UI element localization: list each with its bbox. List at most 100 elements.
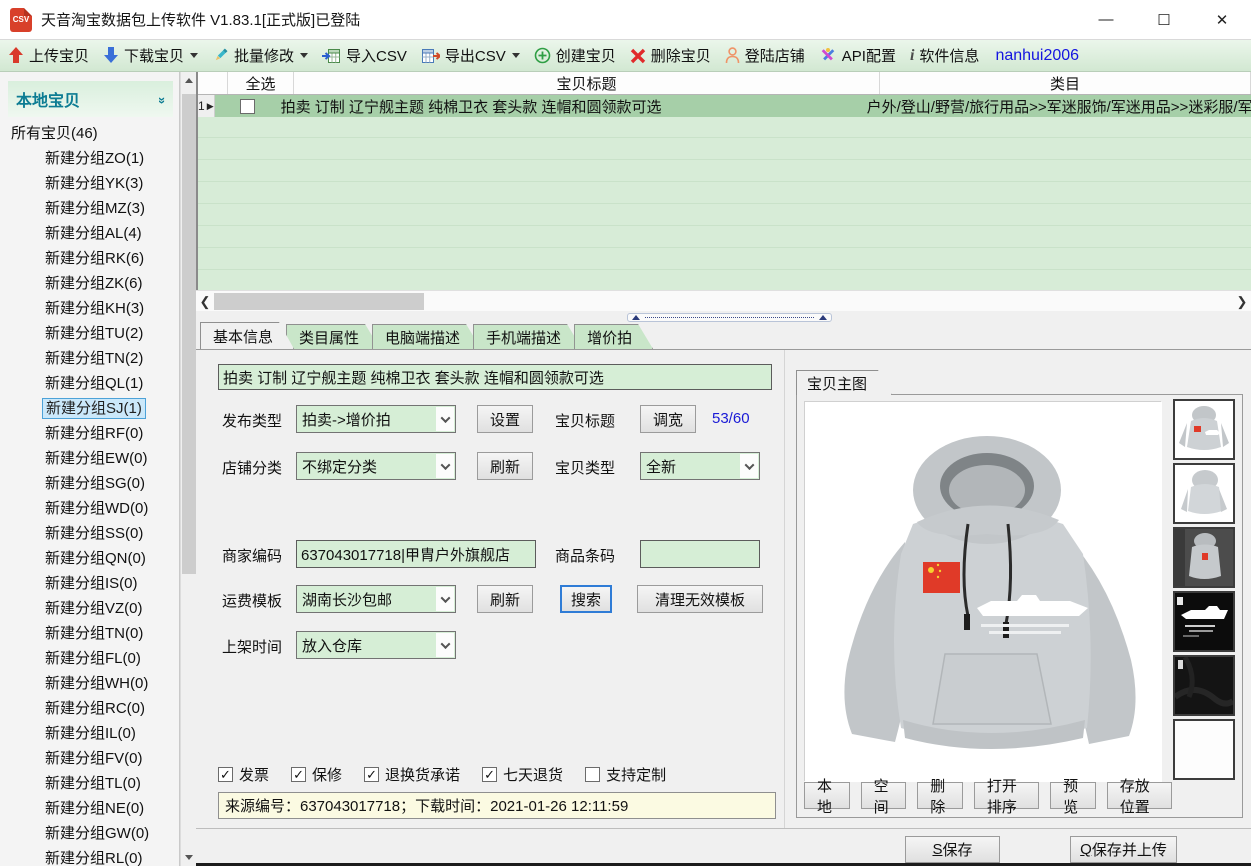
table-row[interactable]: 1▶ 拍卖 订制 辽宁舰主题 纯棉卫衣 套头款 连帽和圆领款可选 户外/登山/野…: [198, 95, 1251, 117]
chevron-down-icon[interactable]: [300, 53, 308, 58]
service-option[interactable]: 支持定制: [585, 764, 666, 785]
chevron-down-icon[interactable]: [190, 53, 198, 58]
sidebar-group-item[interactable]: 新建分组RL(0): [0, 846, 179, 866]
option-checkbox[interactable]: [218, 767, 233, 782]
scroll-up-icon[interactable]: [181, 72, 197, 89]
upload-item-button[interactable]: 上传宝贝: [8, 45, 89, 66]
search-button[interactable]: 搜索: [560, 585, 612, 613]
sidebar-group-item[interactable]: 新建分组QL(1): [0, 371, 179, 396]
download-item-button[interactable]: 下载宝贝: [103, 45, 198, 66]
scrollbar-thumb[interactable]: [182, 94, 196, 574]
sidebar-group-item[interactable]: 新建分组TU(2): [0, 321, 179, 346]
option-checkbox[interactable]: [585, 767, 600, 782]
sidebar-group-item[interactable]: 新建分组GW(0): [0, 821, 179, 846]
sidebar-group-item[interactable]: 新建分组KH(3): [0, 296, 179, 321]
create-item-button[interactable]: 创建宝贝: [534, 45, 616, 66]
service-option[interactable]: 退换货承诺: [364, 764, 460, 785]
clean-invalid-templates-button[interactable]: 清理无效模板: [637, 585, 763, 613]
sidebar-group-item[interactable]: 新建分组VZ(0): [0, 596, 179, 621]
sidebar-group-item[interactable]: 新建分组FL(0): [0, 646, 179, 671]
tab-mobile-description[interactable]: 手机端描述: [473, 324, 582, 349]
service-option[interactable]: 发票: [218, 764, 269, 785]
merchant-code-input[interactable]: [296, 540, 536, 568]
close-button[interactable]: ✕: [1193, 0, 1251, 39]
thumbnail-hoodie-back[interactable]: [1173, 463, 1235, 524]
chevron-down-icon[interactable]: [512, 53, 520, 58]
publish-type-select[interactable]: 拍卖->增价拍: [296, 405, 456, 433]
sidebar-group-item[interactable]: 新建分组ZK(6): [0, 271, 179, 296]
option-checkbox[interactable]: [291, 767, 306, 782]
batch-edit-button[interactable]: 批量修改: [212, 45, 308, 66]
option-checkbox[interactable]: [364, 767, 379, 782]
scroll-left-icon[interactable]: ❮: [196, 291, 214, 312]
sidebar-group-item[interactable]: 新建分组RC(0): [0, 696, 179, 721]
sidebar-group-item[interactable]: 新建分组WH(0): [0, 671, 179, 696]
scrollbar-thumb[interactable]: [214, 293, 424, 310]
sidebar-group-item[interactable]: 新建分组TL(0): [0, 771, 179, 796]
sidebar-group-item[interactable]: 新建分组FV(0): [0, 746, 179, 771]
login-shop-button[interactable]: 登陆店铺: [725, 45, 805, 66]
thumbnail-hoodie-dark-bg[interactable]: [1173, 527, 1235, 588]
import-csv-button[interactable]: 导入CSV: [322, 45, 407, 66]
table-horizontal-scrollbar[interactable]: ❮ ❯: [196, 290, 1251, 311]
open-sort-button[interactable]: 打开排序: [974, 782, 1039, 809]
local-image-button[interactable]: 本地: [804, 782, 850, 809]
shop-category-select[interactable]: 不绑定分类: [296, 452, 456, 480]
sidebar-group-item[interactable]: 新建分组TN(2): [0, 346, 179, 371]
settings-button[interactable]: 设置: [477, 405, 533, 433]
preview-button[interactable]: 预览: [1050, 782, 1096, 809]
sidebar-group-item[interactable]: 新建分组NE(0): [0, 796, 179, 821]
thumbnail-hoodie-front[interactable]: [1173, 399, 1235, 460]
chevron-double-up-icon[interactable]: »: [155, 96, 170, 101]
sidebar-scrollbar[interactable]: [180, 72, 196, 866]
item-type-select[interactable]: 全新: [640, 452, 760, 480]
sidebar-group-item[interactable]: 所有宝贝(46): [0, 121, 179, 146]
sidebar-group-item[interactable]: 新建分组IL(0): [0, 721, 179, 746]
sidebar-group-item[interactable]: 新建分组QN(0): [0, 546, 179, 571]
select-all-header[interactable]: 全选: [228, 72, 294, 94]
sidebar-group-item[interactable]: 新建分组AL(4): [0, 221, 179, 246]
sidebar-group-item[interactable]: 新建分组SG(0): [0, 471, 179, 496]
widen-button[interactable]: 调宽: [640, 405, 696, 433]
sidebar-group-item[interactable]: 新建分组SJ(1): [0, 396, 179, 421]
sidebar-group-item[interactable]: 新建分组IS(0): [0, 571, 179, 596]
software-info-button[interactable]: i 软件信息: [910, 45, 979, 66]
refresh-shipping-button[interactable]: 刷新: [477, 585, 533, 613]
thumbnail-blank[interactable]: [1173, 719, 1235, 780]
scroll-right-icon[interactable]: ❯: [1233, 291, 1251, 312]
item-title-input[interactable]: [218, 364, 772, 390]
sidebar-group-item[interactable]: 新建分组MZ(3): [0, 196, 179, 221]
scroll-down-icon[interactable]: [181, 849, 197, 866]
barcode-input[interactable]: [640, 540, 760, 568]
tab-pc-description[interactable]: 电脑端描述: [372, 324, 481, 349]
space-image-button[interactable]: 空间: [861, 782, 907, 809]
sidebar-group-item[interactable]: 新建分组ZO(1): [0, 146, 179, 171]
thumbnail-dark-fabric[interactable]: [1173, 655, 1235, 716]
sidebar-group-item[interactable]: 新建分组RF(0): [0, 421, 179, 446]
storage-location-button[interactable]: 存放位置: [1107, 782, 1172, 809]
shelf-time-select[interactable]: 放入仓库: [296, 631, 456, 659]
api-config-button[interactable]: API配置: [819, 45, 896, 66]
tab-category-attrs[interactable]: 类目属性: [286, 324, 380, 349]
maximize-button[interactable]: ☐: [1135, 0, 1193, 39]
tab-basic-info[interactable]: 基本信息: [200, 322, 294, 349]
sidebar-group-item[interactable]: 新建分组RK(6): [0, 246, 179, 271]
sidebar-group-item[interactable]: 新建分组TN(0): [0, 621, 179, 646]
save-button[interactable]: S保存: [905, 836, 1000, 863]
sidebar-group-item[interactable]: 新建分组EW(0): [0, 446, 179, 471]
row-checkbox[interactable]: [240, 99, 255, 114]
shipping-template-select[interactable]: 湖南长沙包邮: [296, 585, 456, 613]
sidebar-group-item[interactable]: 新建分组SS(0): [0, 521, 179, 546]
splitter-collapse-handle[interactable]: [627, 313, 832, 322]
tab-auction[interactable]: 增价拍: [574, 324, 653, 349]
option-checkbox[interactable]: [482, 767, 497, 782]
service-option[interactable]: 七天退货: [482, 764, 563, 785]
service-option[interactable]: 保修: [291, 764, 342, 785]
sidebar-group-item[interactable]: 新建分组WD(0): [0, 496, 179, 521]
export-csv-button[interactable]: 导出CSV: [421, 45, 520, 66]
minimize-button[interactable]: —: [1077, 0, 1135, 39]
refresh-category-button[interactable]: 刷新: [477, 452, 533, 480]
sidebar-group-item[interactable]: 新建分组YK(3): [0, 171, 179, 196]
delete-item-button[interactable]: 删除宝贝: [630, 45, 711, 66]
save-and-upload-button[interactable]: Q保存并上传: [1070, 836, 1177, 863]
